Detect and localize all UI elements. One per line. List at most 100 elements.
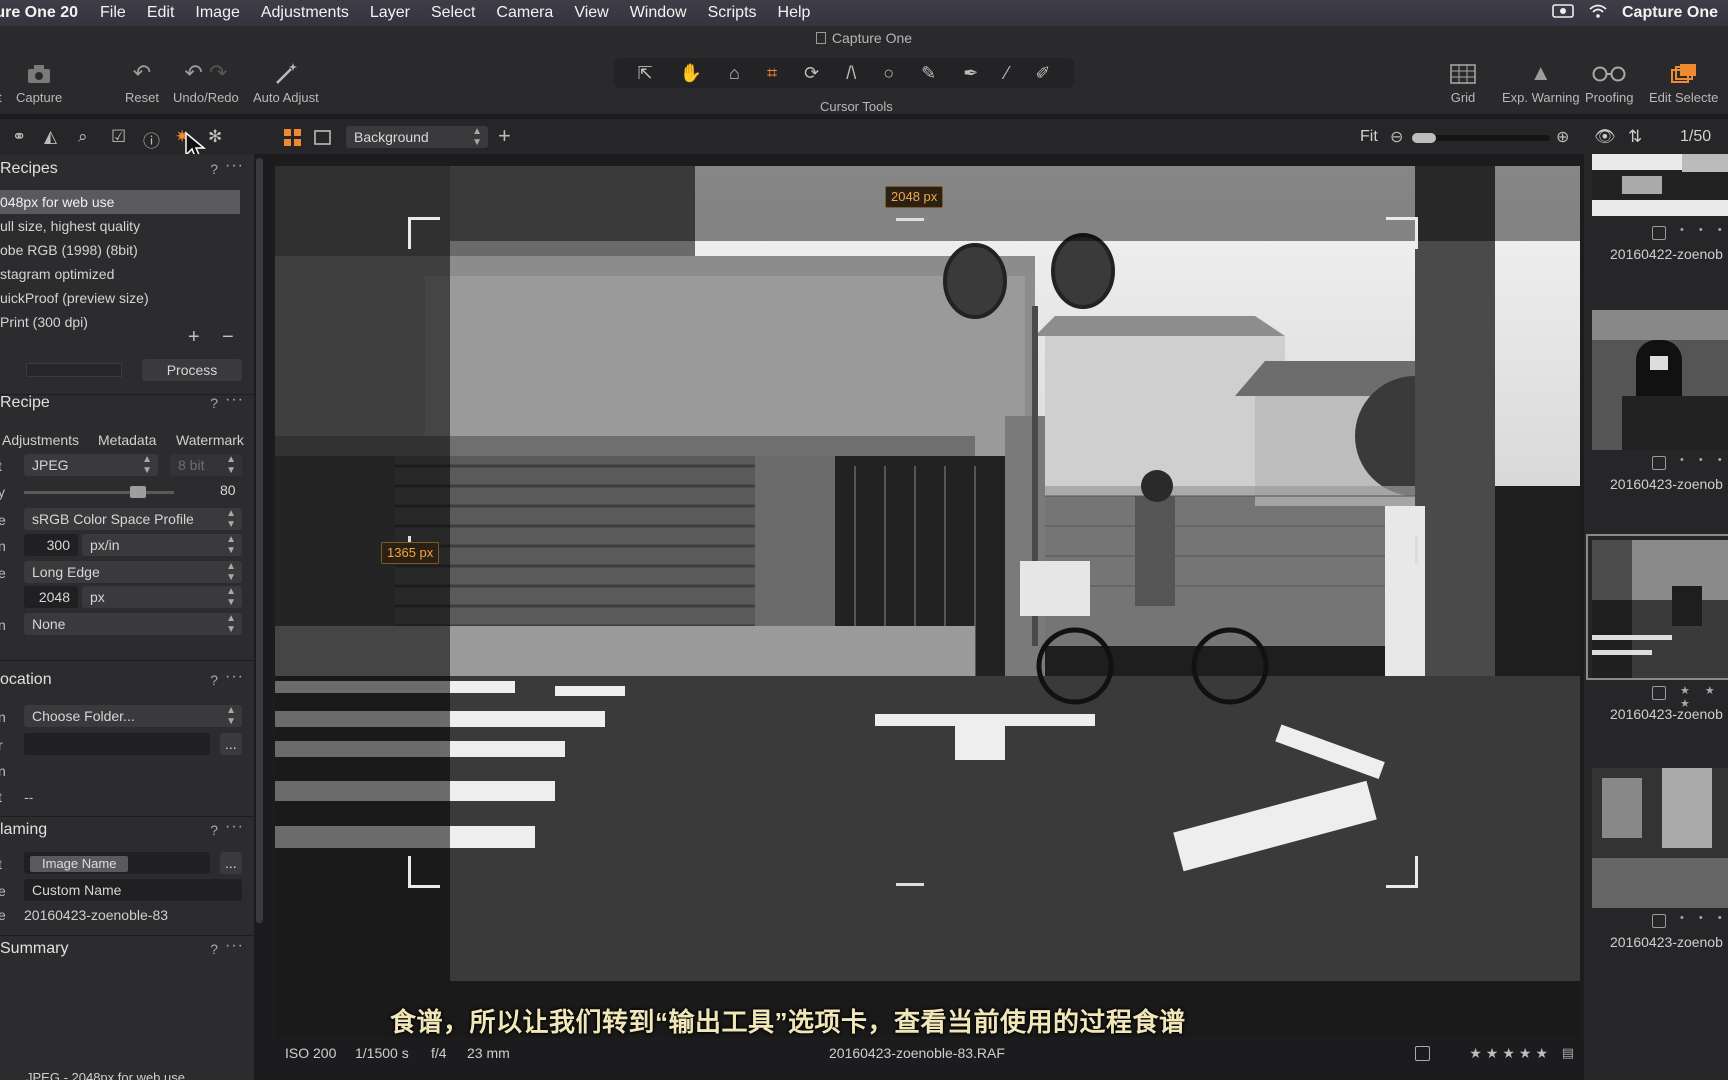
more-icon[interactable]: ··· xyxy=(225,662,244,692)
recipe-header[interactable]: Recipe ? ··· xyxy=(0,388,254,418)
thumbnail[interactable] xyxy=(1592,154,1728,216)
icc-profile-select[interactable]: sRGB Color Space Profile ▲ ▼ xyxy=(24,508,242,530)
menu-select[interactable]: Select xyxy=(431,4,475,22)
menu-scripts[interactable]: Scripts xyxy=(708,4,757,22)
reset-button[interactable]: ↶ Reset xyxy=(125,56,159,105)
zoom-fit-label[interactable]: Fit xyxy=(1360,128,1378,146)
thumbnail-checkbox[interactable] xyxy=(1652,914,1666,928)
process-button[interactable]: Process xyxy=(142,359,242,381)
crop-handle-bottom-right[interactable] xyxy=(1386,856,1418,888)
crop-tool-icon[interactable]: ⌗ xyxy=(767,63,777,84)
custom-name-input[interactable]: Custom Name xyxy=(24,879,242,901)
output-folder-select[interactable]: Choose Folder... ▲ ▼ xyxy=(24,705,242,727)
tab-metadata[interactable]: Metadata xyxy=(98,432,156,448)
size-input[interactable]: 2048 xyxy=(24,586,78,608)
info-icon[interactable]: ⓘ xyxy=(143,127,160,152)
rotate-tool-icon[interactable]: ⟳ xyxy=(804,63,819,84)
open-with-select[interactable]: None ▲ ▼ xyxy=(24,613,242,635)
app-menu[interactable]: ture One 20 xyxy=(0,4,78,22)
menu-window[interactable]: Window xyxy=(630,4,687,22)
recipe-item[interactable]: uickProof (preview size) xyxy=(0,286,240,310)
color-picker-icon[interactable]: ✒ xyxy=(963,63,978,84)
help-icon[interactable]: ? xyxy=(210,934,218,964)
menu-adjustments[interactable]: Adjustments xyxy=(261,4,349,22)
menu-edit[interactable]: Edit xyxy=(147,4,175,22)
help-icon[interactable]: ? xyxy=(210,815,218,845)
naming-format-input[interactable]: Image Name xyxy=(24,852,210,874)
help-icon[interactable]: ? xyxy=(210,154,218,184)
wifi-icon[interactable] xyxy=(1588,3,1608,24)
single-view-icon[interactable] xyxy=(314,129,331,151)
left-panel-scrollbar[interactable] xyxy=(256,158,263,923)
more-icon[interactable]: ··· xyxy=(225,154,244,181)
help-icon[interactable]: ? xyxy=(210,665,218,695)
quality-value[interactable]: 80 xyxy=(220,482,236,498)
help-icon[interactable]: ? xyxy=(210,388,218,418)
annotate-pen-icon[interactable]: ✐ xyxy=(1035,63,1050,84)
add-layer-icon[interactable]: + xyxy=(498,123,511,149)
thumbnail-stars[interactable]: • • • xyxy=(1680,224,1728,236)
image-viewer[interactable]: 2048 px 1365 px xyxy=(275,166,1580,1038)
recipe-item[interactable]: Print (300 dpi) xyxy=(0,310,240,334)
thumbnail-stars[interactable]: • • • xyxy=(1680,454,1728,466)
crop-handle-bottom[interactable] xyxy=(896,883,924,886)
more-icon[interactable]: ··· xyxy=(225,931,244,961)
bit-depth-select[interactable]: 8 bit ▲ ▼ xyxy=(170,454,242,476)
quality-slider[interactable] xyxy=(24,491,174,494)
location-header[interactable]: ocation ? ··· xyxy=(0,665,254,695)
sort-icon[interactable]: ⇅ xyxy=(1628,127,1642,147)
more-icon[interactable]: ··· xyxy=(225,385,244,415)
thumbnail[interactable] xyxy=(1592,310,1728,450)
size-unit-select[interactable]: px ▲ ▼ xyxy=(82,586,242,608)
crop-handle-right[interactable] xyxy=(1415,536,1418,564)
capture-button[interactable]: Capture xyxy=(16,56,62,105)
thumbnail-checkbox[interactable] xyxy=(1652,226,1666,240)
zoom-in-icon[interactable]: ⊕ xyxy=(1556,127,1569,147)
naming-browse-button[interactable]: ... xyxy=(220,852,242,874)
screen-record-icon[interactable] xyxy=(1552,3,1574,24)
layer-select[interactable]: Background ▲ ▼ xyxy=(346,126,488,148)
menu-view[interactable]: View xyxy=(574,4,608,22)
layers-icon[interactable]: ⚭ xyxy=(12,127,26,147)
eye-icon[interactable]: 👁 xyxy=(1594,127,1616,147)
crop-handle-top-left[interactable] xyxy=(408,217,440,249)
brush-tool-icon[interactable]: ✎ xyxy=(921,63,936,84)
loupe-icon[interactable]: ⌂ xyxy=(729,63,740,84)
image-name-token[interactable]: Image Name xyxy=(30,856,129,872)
recipes-header[interactable]: Recipes ? ··· xyxy=(0,154,254,184)
star-rating[interactable]: ★★★★★ xyxy=(1469,1040,1552,1066)
menu-camera[interactable]: Camera xyxy=(496,4,553,22)
spot-removal-icon[interactable]: ○ xyxy=(883,63,894,84)
grid-button[interactable]: Grid xyxy=(1450,56,1476,105)
summary-header[interactable]: Summary ? ··· xyxy=(0,934,254,964)
search-icon[interactable]: ⌕ xyxy=(78,127,88,147)
menu-file[interactable]: File xyxy=(100,4,126,22)
recipe-item[interactable]: 048px for web use xyxy=(0,190,240,214)
active-app-name[interactable]: Capture One xyxy=(1622,4,1718,22)
auto-adjust-button[interactable]: Auto Adjust xyxy=(253,56,319,105)
recipe-item[interactable]: obe RGB (1998) (8bit) xyxy=(0,238,240,262)
format-select[interactable]: JPEG ▲ ▼ xyxy=(24,454,158,476)
zoom-slider-knob[interactable] xyxy=(1412,133,1436,143)
edit-selected-button[interactable]: Edit Selecte xyxy=(1649,56,1718,105)
keystone-tool-icon[interactable]: /\ xyxy=(846,63,856,84)
add-recipe-button[interactable]: + xyxy=(188,326,200,349)
crop-handle-top-right[interactable] xyxy=(1386,217,1418,249)
exposure-icon[interactable]: ◭ xyxy=(44,127,57,147)
naming-header[interactable]: laming ? ··· xyxy=(0,815,254,845)
proofing-button[interactable]: Proofing xyxy=(1585,56,1633,105)
quality-slider-knob[interactable] xyxy=(130,486,146,498)
color-tag-icon[interactable]: ▤ xyxy=(1562,1040,1574,1066)
recipe-item[interactable]: stagram optimized xyxy=(0,262,240,286)
resolution-input[interactable]: 300 xyxy=(24,534,78,556)
checklist-icon[interactable]: ☑ xyxy=(111,127,126,147)
tab-adjustments[interactable]: Adjustments xyxy=(2,432,79,448)
menu-image[interactable]: Image xyxy=(195,4,239,22)
subfolder-browse-button[interactable]: ... xyxy=(220,733,242,755)
select-cursor-icon[interactable]: ⇱ xyxy=(638,63,653,84)
more-icon[interactable]: ··· xyxy=(225,812,244,842)
crop-handle-bottom-left[interactable] xyxy=(408,856,440,888)
grid-view-icon[interactable] xyxy=(284,129,301,151)
thumbnail-stars[interactable]: • • • xyxy=(1680,912,1728,924)
remove-recipe-button[interactable]: − xyxy=(222,326,234,349)
